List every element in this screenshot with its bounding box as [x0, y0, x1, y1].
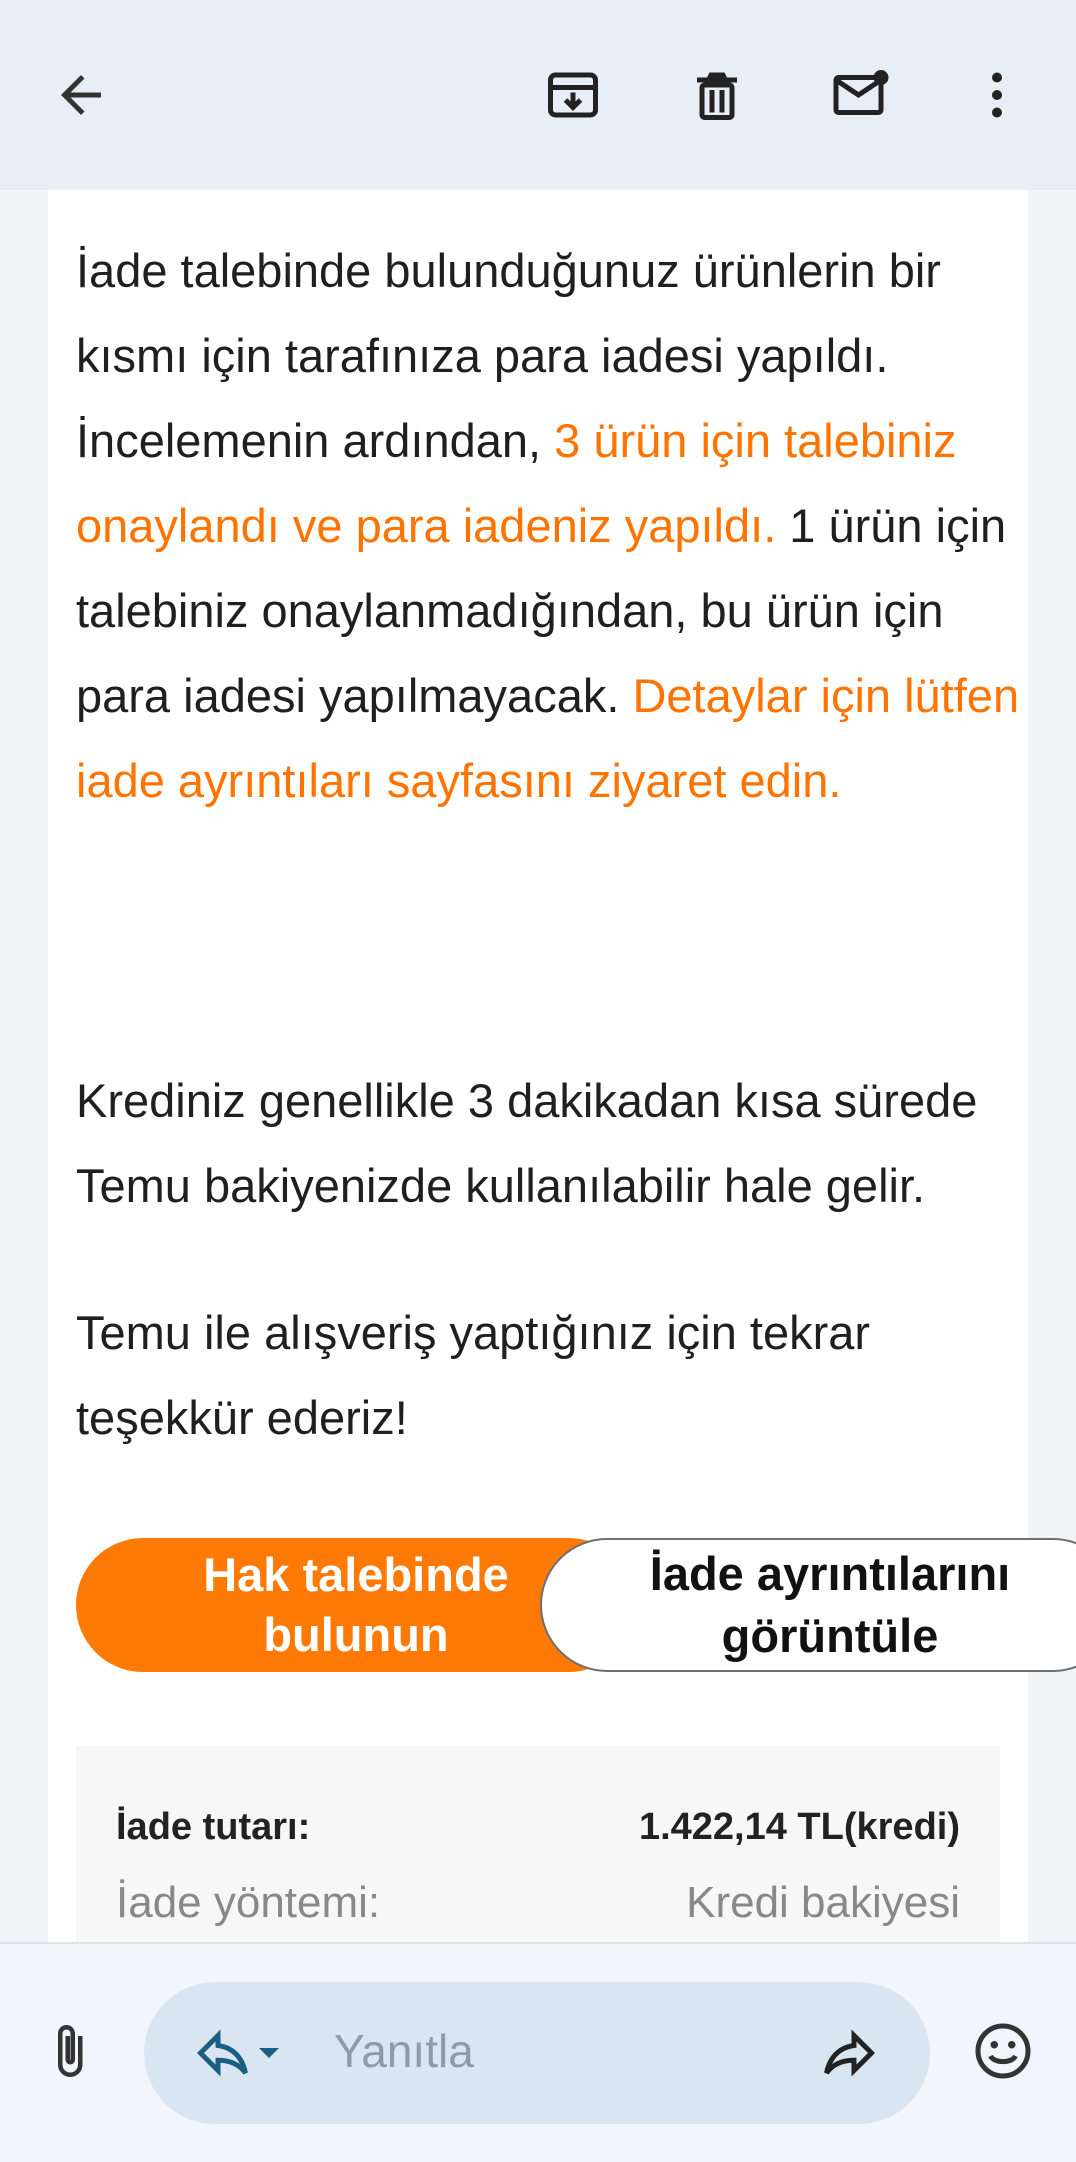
credit-paragraph: Krediniz genellikle 3 dakikadan kısa sür…: [76, 1074, 978, 1212]
reply-input-pill[interactable]: Yanıtla: [144, 1982, 930, 2124]
view-refund-details-button[interactable]: İade ayrıntılarını görüntüle: [540, 1538, 1076, 1672]
top-toolbar: [0, 0, 1076, 190]
archive-button[interactable]: [528, 50, 618, 140]
paperclip-icon: [58, 2025, 83, 2077]
claim-button-label: Hak talebinde bulunun: [203, 1548, 509, 1661]
refund-method-row: İade yöntemi: Kredi bakiyesi: [116, 1878, 960, 1928]
mail-unread-icon: [833, 70, 889, 115]
back-button[interactable]: [36, 50, 126, 140]
arrow-left-icon: [61, 75, 101, 115]
reply-bar: Yanıtla: [0, 1942, 1076, 2162]
forward-icon: [824, 2029, 876, 2077]
thanks-paragraph: Temu ile alışveriş yaptığınız için tekra…: [76, 1306, 871, 1444]
details-button-label: İade ayrıntılarını görüntüle: [649, 1547, 1011, 1662]
email-card: İade talebinde bulunduğunuz ürünlerin bi…: [48, 190, 1028, 1942]
mark-unread-button[interactable]: [816, 50, 906, 140]
refund-amount-value: 1.422,14 TL(kredi): [638, 1806, 960, 1848]
delete-button[interactable]: [672, 50, 762, 140]
archive-icon: [548, 72, 598, 118]
reply-placeholder[interactable]: Yanıtla: [334, 2024, 474, 2078]
refund-method-label: İade yöntemi:: [116, 1878, 381, 1927]
refund-amount-row: İade tutarı: 1.422,14 TL(kredi): [116, 1806, 960, 1849]
refund-paragraph: İade talebinde bulunduğunuz ürünlerin bi…: [76, 228, 1036, 823]
trash-icon: [697, 72, 737, 120]
attach-button[interactable]: [24, 2006, 114, 2096]
refund-summary: İade tutarı: 1.422,14 TL(kredi) İade yön…: [76, 1746, 1000, 1942]
more-options-button[interactable]: [952, 50, 1042, 140]
reply-dropdown[interactable]: [244, 2008, 294, 2098]
refund-amount-label: İade tutarı:: [116, 1806, 311, 1848]
refund-method-value: Kredi bakiyesi: [686, 1878, 960, 1927]
emoji-button[interactable]: [958, 2006, 1048, 2096]
emoji-icon: [975, 2023, 1031, 2079]
forward-button[interactable]: [804, 2008, 894, 2098]
dropdown-arrow-icon: [259, 2048, 279, 2058]
more-vert-icon: [992, 72, 1002, 118]
email-body: İade talebinde bulunduğunuz ürünlerin bi…: [0, 190, 1076, 1942]
